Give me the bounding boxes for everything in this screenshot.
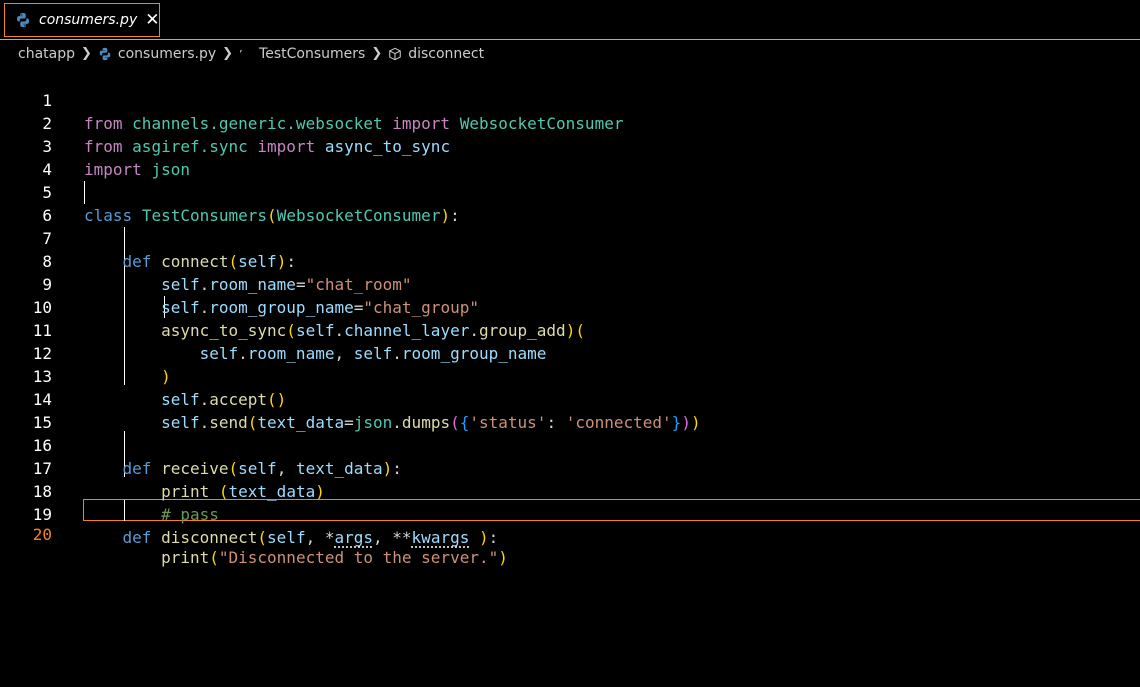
code-editor[interactable]: 1 from channels.generic.websocket import… [0,66,1140,687]
chevron-right-icon: ❯ [222,46,234,61]
breadcrumb-label: TestConsumers [259,45,366,62]
code-line[interactable]: 1 from channels.generic.websocket import… [0,66,1140,133]
tab-label: consumers.py [39,12,138,28]
breadcrumb: chatapp ❯ consumers.py ❯ ʼ TestConsumers… [0,41,1140,66]
code-line[interactable]: 18 # pass [0,457,1140,524]
breadcrumb-label: consumers.py [117,45,217,62]
code-line[interactable]: 2 from asgiref.sync import async_to_sync [0,89,1140,156]
code-line[interactable]: 9 self.room_group_name="chat_group" [0,250,1140,317]
breadcrumb-label: chatapp [18,45,75,62]
code-line[interactable]: 13 self.accept() [0,342,1140,409]
code-line[interactable]: 10 async_to_sync(self.channel_layer.grou… [0,273,1140,340]
line-number-active: 20 [32,525,52,544]
code-text: print("Disconnected to the server.") [161,548,508,567]
code-line[interactable]: 16 def receive(self, text_data): [0,411,1140,478]
breadcrumb-item-file[interactable]: consumers.py [98,46,216,62]
code-line[interactable]: 15 [0,388,1140,432]
code-line[interactable]: 11 self.room_name, self.room_group_name [0,296,1140,363]
code-line[interactable]: 5 class TestConsumers(WebsocketConsumer)… [0,158,1140,225]
chevron-right-icon: ❯ [371,46,383,61]
breadcrumb-item-class[interactable]: ʼ TestConsumers [239,46,365,62]
code-line-active[interactable]: 20 print("Disconnected to the server.") [0,500,1140,567]
breadcrumb-item-method[interactable]: disconnect [388,46,484,62]
class-icon: ʼ [239,47,253,61]
code-line[interactable]: 7 def connect(self): [0,204,1140,271]
code-line[interactable]: 14 self.send(text_data=json.dumps({'stat… [0,365,1140,432]
tab-bar: consumers.py ✕ [0,0,1140,40]
code-line[interactable]: 6 [0,181,1140,225]
tab-consumers-py[interactable]: consumers.py ✕ [4,3,160,37]
code-line[interactable]: 3 import json [0,112,1140,179]
cube-icon [388,47,402,61]
chevron-right-icon: ❯ [81,46,92,61]
breadcrumb-label: disconnect [408,45,485,62]
code-line[interactable]: 17 print (text_data) [0,434,1140,501]
close-icon[interactable]: ✕ [145,11,159,29]
svg-text:ʼ: ʼ [239,47,243,61]
python-icon [15,12,31,28]
code-line[interactable]: 8 self.room_name="chat_room" [0,227,1140,294]
breadcrumb-item-chatapp[interactable]: chatapp [18,46,75,62]
code-line[interactable]: 12 ) [0,319,1140,386]
python-icon [98,47,112,61]
code-line[interactable]: 4 [0,135,1140,179]
